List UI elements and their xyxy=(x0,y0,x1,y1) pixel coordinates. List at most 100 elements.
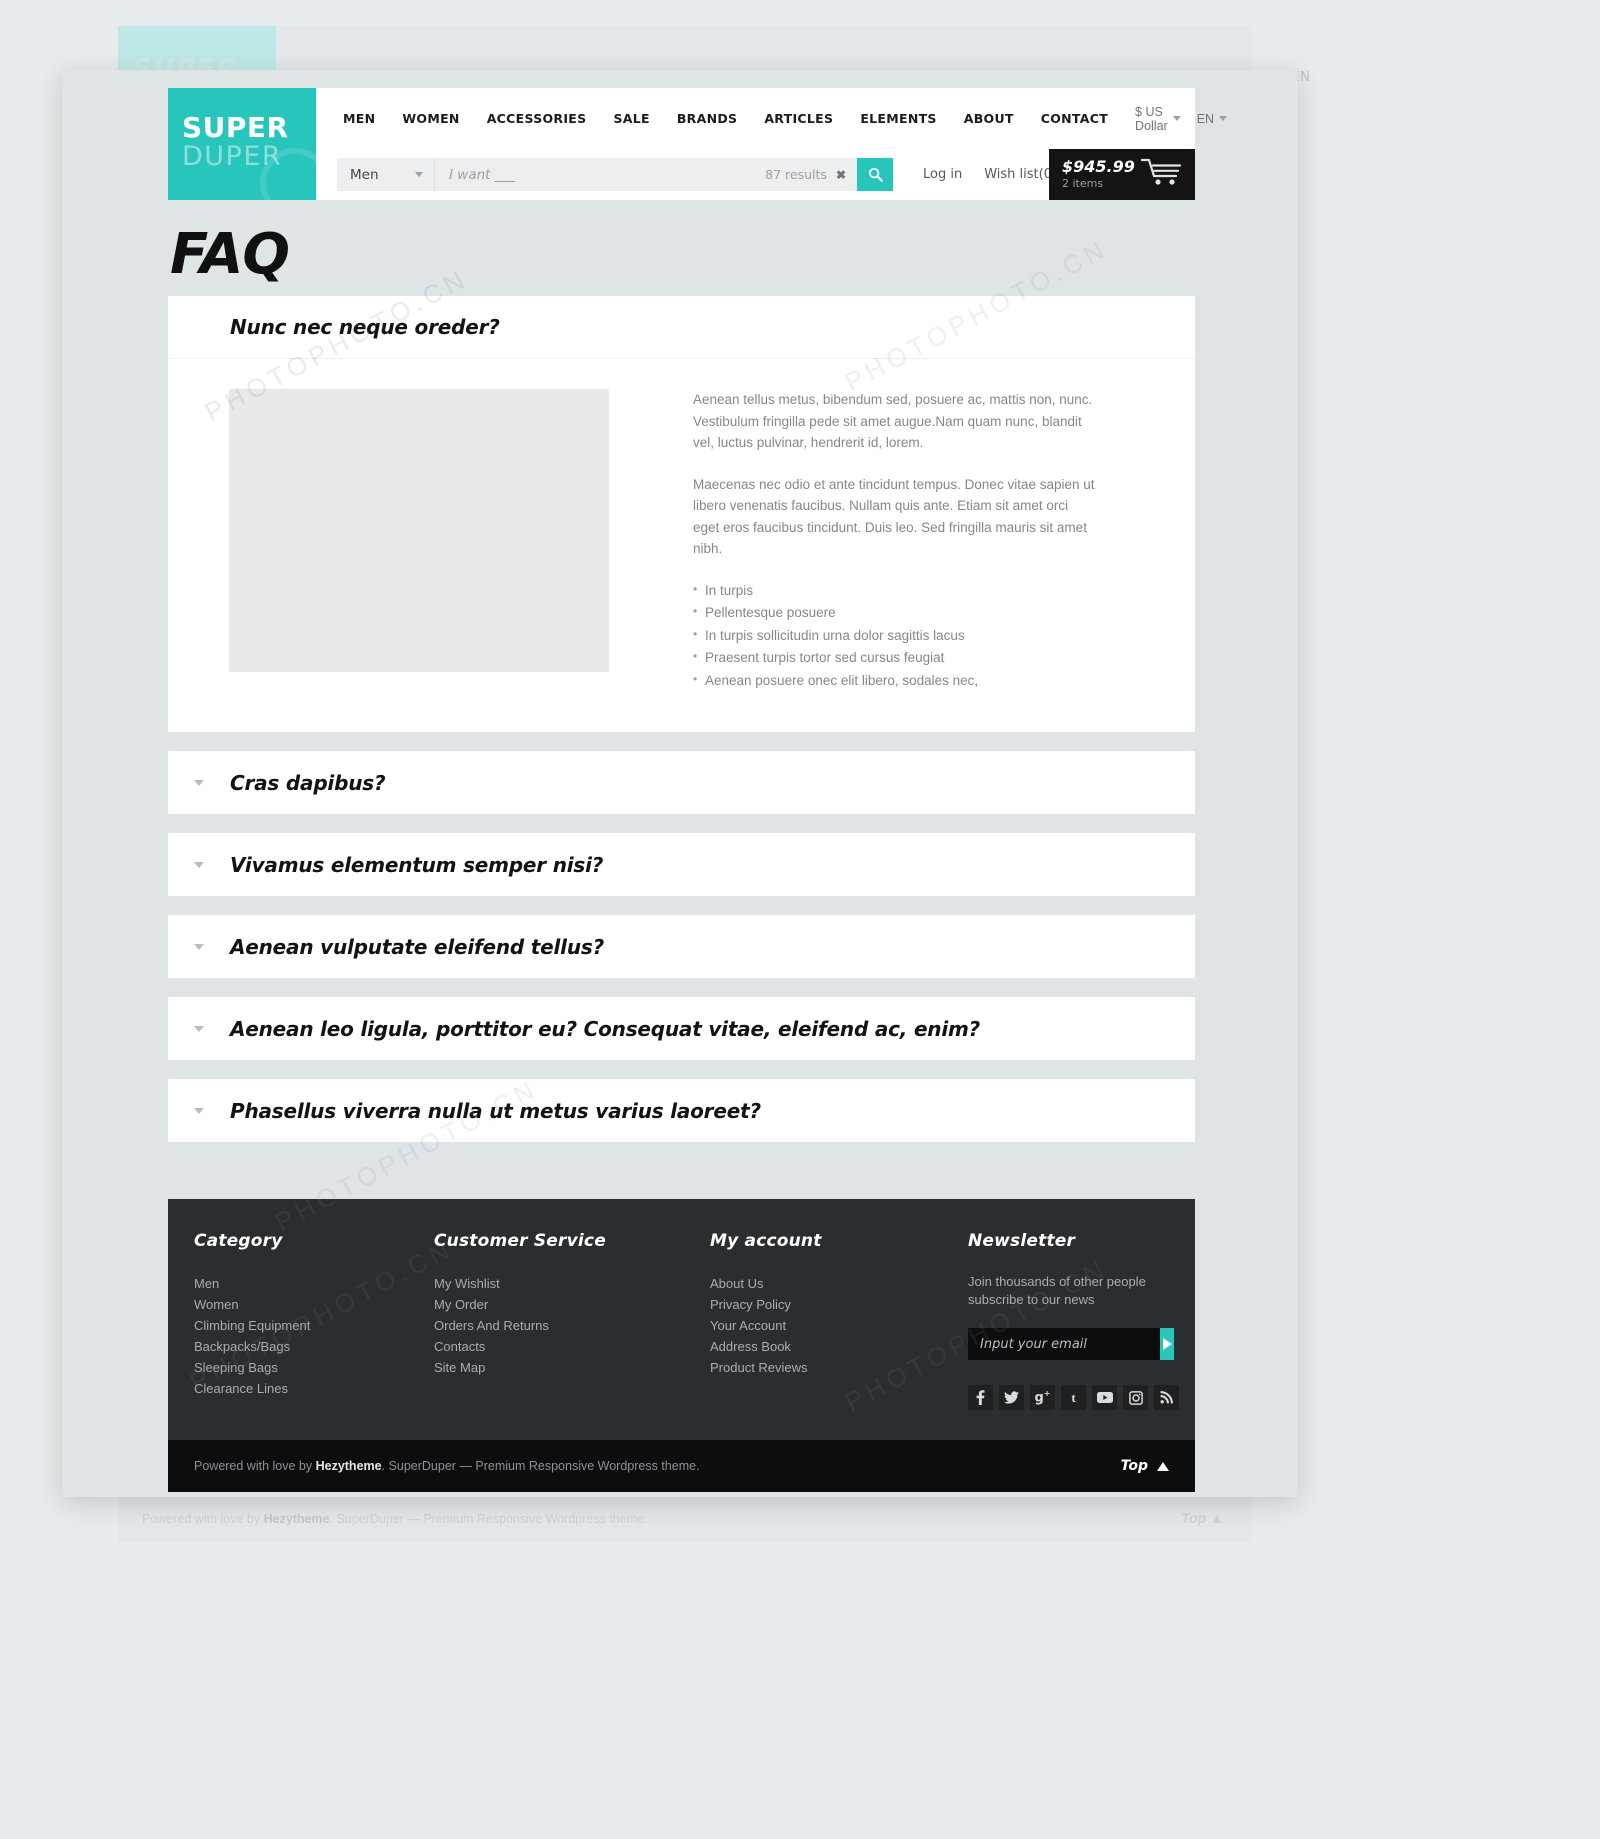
clear-search-icon[interactable]: ✖ xyxy=(836,168,846,182)
faq-item: Nunc nec neque oreder? Aenean tellus met… xyxy=(168,296,1195,732)
chevron-down-icon xyxy=(1219,116,1228,121)
instagram-icon[interactable] xyxy=(1123,1385,1148,1410)
page-title: FAQ xyxy=(170,222,290,287)
nav-item-women[interactable]: WOMEN xyxy=(402,111,459,126)
cart-summary: $945.99 2 items xyxy=(1062,157,1135,191)
footer-link-privacy-policy[interactable]: Privacy Policy xyxy=(710,1294,968,1315)
cart-widget[interactable]: $945.99 2 items xyxy=(1049,149,1195,200)
nav-item-men[interactable]: MEN xyxy=(343,111,375,126)
faq-question-title: Phasellus viverra nulla ut metus varius … xyxy=(230,1098,761,1123)
footer-link-backpacks-bags[interactable]: Backpacks/Bags xyxy=(194,1336,434,1357)
search-icon xyxy=(868,167,883,182)
newsletter-email-input[interactable] xyxy=(968,1328,1160,1360)
faq-question-title: Aenean vulputate eleifend tellus? xyxy=(230,934,604,959)
faq-answer-image xyxy=(229,389,609,672)
header-utility-bar: $ US Dollar EN xyxy=(1135,105,1249,133)
nav-item-contact[interactable]: CONTACT xyxy=(1041,111,1108,126)
list-item: Pellentesque posuere xyxy=(693,601,1098,624)
footer-heading-customer-service: Customer Service xyxy=(434,1231,606,1251)
faq-question-title: Nunc nec neque oreder? xyxy=(230,315,500,339)
back-to-top-button[interactable]: Top xyxy=(1121,1458,1169,1474)
faq-paragraph: Aenean tellus metus, bibendum sed, posue… xyxy=(693,392,1093,450)
youtube-icon[interactable] xyxy=(1092,1385,1117,1410)
list-item: In turpis xyxy=(693,579,1098,602)
background-copyright: Powered with love by Hezytheme. SuperDup… xyxy=(142,1512,648,1526)
nav-item-articles[interactable]: ARTICLES xyxy=(764,111,833,126)
search-input[interactable]: I want ___ 87 results ✖ xyxy=(435,158,857,191)
page-title-area: FAQ xyxy=(168,200,1195,296)
footer-link-orders-and-returns[interactable]: Orders And Returns xyxy=(434,1315,710,1336)
faq-question-header[interactable]: Phasellus viverra nulla ut metus varius … xyxy=(168,1079,1195,1142)
faq-accordion: Nunc nec neque oreder? Aenean tellus met… xyxy=(168,296,1195,1142)
language-selector[interactable]: EN xyxy=(1197,112,1228,126)
chevron-down-icon xyxy=(194,1107,204,1114)
faq-item: Phasellus viverra nulla ut metus varius … xyxy=(168,1079,1195,1142)
cart-icon xyxy=(1140,157,1182,192)
footer-copyright-bar: Powered with love by Hezytheme. SuperDup… xyxy=(168,1440,1195,1492)
twitter-icon[interactable] xyxy=(999,1385,1024,1410)
footer-link-men[interactable]: Men xyxy=(194,1273,434,1294)
footer-list-customer-service: My Wishlist My Order Orders And Returns … xyxy=(434,1273,710,1378)
newsletter-form xyxy=(968,1328,1174,1360)
browser-window: SUPER DUPER MEN WOMEN ACCESSORIES SALE B… xyxy=(62,70,1298,1497)
footer-link-about-us[interactable]: About Us xyxy=(710,1273,968,1294)
background-top-link: Top ▲ xyxy=(1181,1510,1224,1526)
footer-link-your-account[interactable]: Your Account xyxy=(710,1315,968,1336)
arrow-up-icon xyxy=(1157,1461,1169,1471)
nav-item-elements[interactable]: ELEMENTS xyxy=(860,111,936,126)
search-group: Men I want ___ 87 results ✖ xyxy=(337,158,893,191)
footer-link-address-book[interactable]: Address Book xyxy=(710,1336,968,1357)
logo-super-text: SUPER xyxy=(182,111,289,144)
search-button[interactable] xyxy=(857,158,893,191)
faq-question-header[interactable]: Vivamus elementum semper nisi? xyxy=(168,833,1195,896)
login-link[interactable]: Log in xyxy=(923,167,962,182)
tumblr-icon[interactable]: t xyxy=(1061,1385,1086,1410)
chevron-down-icon xyxy=(194,861,204,868)
currency-selector[interactable]: $ US Dollar xyxy=(1135,105,1181,133)
site-logo[interactable]: SUPER DUPER xyxy=(168,88,316,200)
list-item: Aenean posuere onec elit libero, sodales… xyxy=(693,669,1098,692)
facebook-icon[interactable] xyxy=(968,1385,993,1410)
list-item: Praesent turpis tortor sed cursus feugia… xyxy=(693,646,1098,669)
footer-link-my-order[interactable]: My Order xyxy=(434,1294,710,1315)
faq-question-header[interactable]: Aenean leo ligula, porttitor eu? Consequ… xyxy=(168,997,1195,1060)
footer-link-product-reviews[interactable]: Product Reviews xyxy=(710,1357,968,1378)
faq-item: Aenean leo ligula, porttitor eu? Consequ… xyxy=(168,997,1195,1060)
wishlist-link[interactable]: Wish list(0) xyxy=(984,167,1057,182)
footer-link-women[interactable]: Women xyxy=(194,1294,434,1315)
search-placeholder: I want ___ xyxy=(449,166,515,183)
faq-paragraph: Maecenas nec odio et ante tincidunt temp… xyxy=(693,476,1095,557)
google-plus-icon[interactable]: g+ xyxy=(1030,1385,1055,1410)
footer-link-contacts[interactable]: Contacts xyxy=(434,1336,710,1357)
footer-column-my-account: My account About Us Privacy Policy Your … xyxy=(710,1231,968,1410)
faq-answer-body: Aenean tellus metus, bibendum sed, posue… xyxy=(168,359,1195,732)
rss-icon[interactable] xyxy=(1154,1385,1179,1410)
footer-heading-category: Category xyxy=(194,1231,283,1251)
faq-question-header[interactable]: Cras dapibus? xyxy=(168,751,1195,814)
chevron-down-icon xyxy=(194,943,204,950)
footer-list-my-account: About Us Privacy Policy Your Account Add… xyxy=(710,1273,968,1378)
footer-link-site-map[interactable]: Site Map xyxy=(434,1357,710,1378)
footer-column-customer-service: Customer Service My Wishlist My Order Or… xyxy=(434,1231,710,1410)
copyright-brand: Hezytheme xyxy=(315,1459,382,1473)
footer-link-sleeping-bags[interactable]: Sleeping Bags xyxy=(194,1357,434,1378)
main-navigation: MEN WOMEN ACCESSORIES SALE BRANDS ARTICL… xyxy=(316,88,1228,149)
arrow-right-icon xyxy=(1162,1338,1172,1350)
footer-link-clearance-lines[interactable]: Clearance Lines xyxy=(194,1378,434,1399)
nav-item-sale[interactable]: SALE xyxy=(613,111,649,126)
search-category-select[interactable]: Men xyxy=(337,158,435,191)
faq-question-header[interactable]: Nunc nec neque oreder? xyxy=(168,296,1195,359)
footer-link-climbing-equipment[interactable]: Climbing Equipment xyxy=(194,1315,434,1336)
footer-column-newsletter: Newsletter Join thousands of other peopl… xyxy=(968,1231,1195,1410)
faq-question-title: Cras dapibus? xyxy=(230,770,386,795)
site-footer: Category Men Women Climbing Equipment Ba… xyxy=(168,1199,1195,1492)
list-item: In turpis sollicitudin urna dolor sagitt… xyxy=(693,624,1098,647)
nav-item-about[interactable]: ABOUT xyxy=(964,111,1014,126)
nav-item-accessories[interactable]: ACCESSORIES xyxy=(487,111,587,126)
copyright-prefix: Powered with love by xyxy=(194,1459,316,1473)
footer-link-my-wishlist[interactable]: My Wishlist xyxy=(434,1273,710,1294)
nav-item-brands[interactable]: BRANDS xyxy=(677,111,737,126)
search-bar-row: Men I want ___ 87 results ✖ Log in Wish … xyxy=(316,149,1195,200)
newsletter-submit-button[interactable] xyxy=(1160,1328,1174,1360)
faq-question-header[interactable]: Aenean vulputate eleifend tellus? xyxy=(168,915,1195,978)
